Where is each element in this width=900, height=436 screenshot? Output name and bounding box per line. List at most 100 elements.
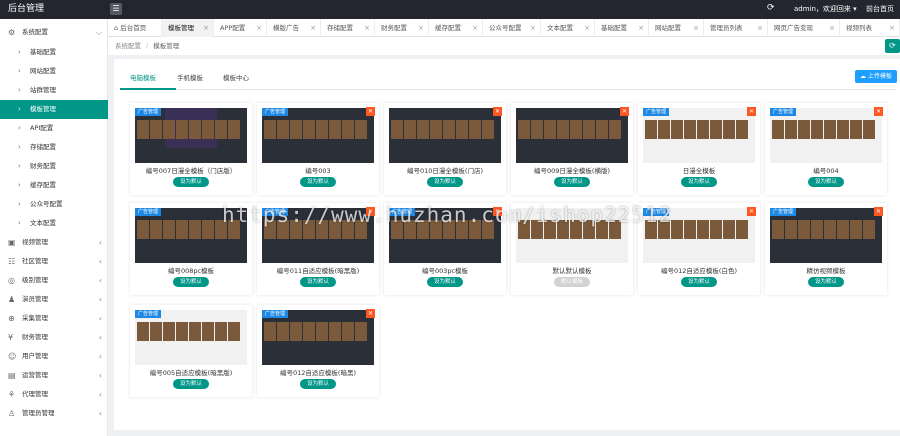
subtab-mobile-template[interactable]: 手机模板 [177, 72, 203, 82]
set-default-button[interactable]: 设为默认 [808, 177, 844, 187]
sidebar-item-wechat-config[interactable]: › 公众号配置 [0, 195, 108, 214]
sidebar-item-level[interactable]: ◎ 级别管理 ‹ [0, 271, 108, 290]
user-menu[interactable]: admin，欢迎回来 ▾ [794, 4, 857, 14]
ad-manage-badge[interactable]: 广告管理 [389, 208, 416, 216]
delete-icon[interactable]: ✕ [747, 207, 756, 216]
close-icon[interactable]: × [829, 19, 835, 37]
sidebar-item-video[interactable]: ▣ 视频管理 ‹ [0, 233, 108, 252]
tab-text[interactable]: 文本配置 × [541, 19, 595, 37]
page-refresh-icon[interactable]: ⟳ [885, 39, 900, 53]
close-icon[interactable]: × [638, 19, 644, 37]
breadcrumb-home[interactable]: 系统配置 [115, 42, 141, 50]
ad-manage-badge[interactable]: 广告管理 [643, 108, 670, 116]
delete-icon[interactable]: ✕ [493, 207, 502, 216]
tab-cache[interactable]: 缓存配置 × [429, 19, 483, 37]
sidebar-item-user[interactable]: ☺ 用户管理 ‹ [0, 347, 108, 366]
sidebar-item-admin[interactable]: ♙ 管理员管理 ‹ [0, 404, 108, 423]
template-preview [389, 108, 501, 163]
sidebar-item-finance[interactable]: ¥ 财务管理 ‹ [0, 328, 108, 347]
tab-finance[interactable]: 财务配置 × [375, 19, 429, 37]
delete-icon[interactable]: ✕ [366, 309, 375, 318]
subtab-template-center[interactable]: 模板中心 [223, 72, 249, 82]
close-icon[interactable]: × [310, 19, 316, 37]
menu-toggle-icon[interactable]: ☰ [110, 3, 122, 15]
close-icon[interactable]: × [203, 19, 209, 37]
refresh-icon[interactable]: ⟳ [767, 3, 775, 13]
set-default-button[interactable]: 设为默认 [681, 177, 717, 187]
set-default-button[interactable]: 设为默认 [808, 277, 844, 287]
template-preview [770, 108, 882, 163]
tab-basic[interactable]: 基础配置 × [595, 19, 649, 37]
sidebar-item-site-group[interactable]: › 站群管理 [0, 81, 108, 100]
close-icon[interactable]: × [418, 19, 424, 37]
close-icon[interactable]: × [472, 19, 478, 37]
sidebar-item-label: 网站配置 [30, 67, 56, 75]
sidebar-item-cache-config[interactable]: › 缓存配置 [0, 176, 108, 195]
close-icon[interactable]: × [693, 19, 699, 37]
close-icon[interactable]: × [364, 19, 370, 37]
tab-wechat[interactable]: 公众号配置 × [483, 19, 541, 37]
sidebar-item-collect[interactable]: ⊕ 采集管理 ‹ [0, 309, 108, 328]
sidebar-item-operation[interactable]: ▤ 运营管理 ‹ [0, 366, 108, 385]
sidebar-item-basic-config[interactable]: › 基础配置 [0, 43, 108, 62]
subtab-pc-template[interactable]: 电脑模板 [130, 72, 156, 82]
upload-template-button[interactable]: ☁ 上传模板 [855, 70, 897, 83]
sidebar-item-finance-config[interactable]: › 财务配置 [0, 157, 108, 176]
tab-banner-ad[interactable]: 横版广告 × [267, 19, 321, 37]
template-card: 广告管理 ✕ 精仿视频模板 设为默认 [765, 203, 887, 295]
delete-icon[interactable]: ✕ [493, 107, 502, 116]
set-default-button[interactable]: 设为默认 [681, 277, 717, 287]
ad-manage-badge[interactable]: 广告管理 [135, 108, 162, 116]
sidebar-item-label: 运营管理 [22, 371, 48, 379]
delete-icon[interactable]: ✕ [874, 107, 883, 116]
ad-manage-badge[interactable]: 广告管理 [135, 310, 162, 318]
close-icon[interactable]: × [530, 19, 536, 37]
ad-manage-badge[interactable]: 广告管理 [262, 108, 289, 116]
delete-icon[interactable]: ✕ [366, 107, 375, 116]
set-default-button[interactable]: 设为默认 [300, 379, 336, 389]
tab-template[interactable]: 模板管理 × [162, 19, 214, 37]
ad-manage-badge[interactable]: 广告管理 [262, 310, 289, 318]
close-icon[interactable]: × [584, 19, 590, 37]
video-icon: ▣ [8, 238, 16, 247]
sidebar-item-system-config[interactable]: ⚙ 系统配置 ⌵ [0, 23, 108, 42]
set-default-button[interactable]: 设为默认 [173, 277, 209, 287]
delete-icon[interactable]: ✕ [620, 107, 629, 116]
set-default-button[interactable]: 设为默认 [173, 379, 209, 389]
set-default-button[interactable]: 设为默认 [300, 277, 336, 287]
set-default-button[interactable]: 设为默认 [300, 177, 336, 187]
tab-home[interactable]: ⌂ 后台首页 [108, 19, 162, 37]
ad-manage-badge[interactable]: 广告管理 [262, 208, 289, 216]
sidebar-item-community[interactable]: ☷ 社区管理 ‹ [0, 252, 108, 271]
tab-storage[interactable]: 存储配置 × [321, 19, 375, 37]
delete-icon[interactable]: ✕ [366, 207, 375, 216]
subtab-active-indicator [120, 88, 176, 90]
close-icon[interactable]: × [256, 19, 262, 37]
set-default-button[interactable]: 设为默认 [173, 177, 209, 187]
set-default-button[interactable]: 设为默认 [554, 177, 590, 187]
sidebar-item-label: 管理员管理 [22, 409, 55, 417]
ad-manage-badge[interactable]: 广告管理 [135, 208, 162, 216]
tab-web-ad[interactable]: 网页广告变现 × [768, 19, 840, 37]
set-default-button[interactable]: 设为默认 [427, 177, 463, 187]
sidebar-item-template[interactable]: › 模板管理 [0, 100, 108, 119]
ad-manage-badge[interactable]: 广告管理 [770, 208, 797, 216]
close-icon[interactable]: × [889, 19, 895, 37]
delete-icon[interactable]: ✕ [747, 107, 756, 116]
tab-app-config[interactable]: APP配置 × [214, 19, 267, 37]
set-default-button[interactable]: 设为默认 [427, 277, 463, 287]
sidebar-item-text-config[interactable]: › 文本配置 [0, 214, 108, 233]
ad-manage-badge[interactable]: 广告管理 [643, 208, 670, 216]
delete-icon[interactable]: ✕ [874, 207, 883, 216]
frontend-home-link[interactable]: 前台首页 [866, 4, 894, 14]
sidebar-item-storage-config[interactable]: › 存储配置 [0, 138, 108, 157]
sidebar-item-actor[interactable]: ♟ 演员管理 ‹ [0, 290, 108, 309]
tab-video-list[interactable]: 视频列表 × [840, 19, 900, 37]
ad-manage-badge[interactable]: 广告管理 [770, 108, 797, 116]
sidebar-item-site-config[interactable]: › 网站配置 [0, 62, 108, 81]
tab-site[interactable]: 网站配置 × [649, 19, 704, 37]
sidebar-item-api-config[interactable]: › API配置 [0, 119, 108, 138]
close-icon[interactable]: × [757, 19, 763, 37]
tab-admin-list[interactable]: 管理员列表 × [704, 19, 768, 37]
sidebar-item-agent[interactable]: ⚘ 代理管理 ‹ [0, 385, 108, 404]
